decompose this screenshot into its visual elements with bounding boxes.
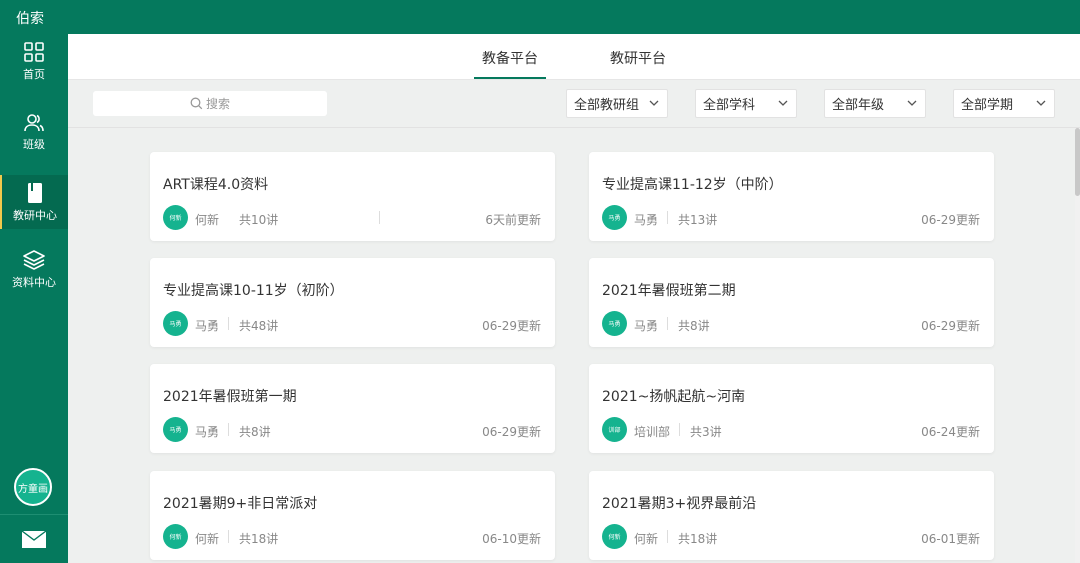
card-title: 2021暑期3+视界最前沿 <box>602 496 757 512</box>
select-value: 全部年级 <box>832 98 885 113</box>
card-author: 马勇 <box>634 319 659 333</box>
card-lesson-count: 共18讲 <box>239 532 279 546</box>
sidebar-item-class[interactable]: 班级 <box>0 105 68 159</box>
author-avatar: 何新 <box>602 524 627 549</box>
chevron-down-icon <box>649 100 659 106</box>
course-card[interactable]: 2021暑期9+非日常派对 何新 何新 共18讲 06-10更新 <box>150 471 555 560</box>
card-author: 马勇 <box>634 213 659 227</box>
tab-teaching-prep[interactable]: 教备平台 <box>482 48 538 68</box>
mail-icon <box>21 529 47 548</box>
card-title: 2021~扬帆起航~河南 <box>602 389 746 405</box>
course-card[interactable]: 专业提高课11-12岁（中阶） 马勇 马勇 共13讲 06-29更新 <box>589 152 994 241</box>
divider <box>667 317 668 330</box>
chevron-down-icon <box>778 100 788 106</box>
card-updated-time: 06-01更新 <box>921 532 980 546</box>
user-avatar[interactable]: 方童画 <box>14 468 52 506</box>
card-lesson-count: 共18讲 <box>678 532 718 546</box>
card-author: 何新 <box>634 532 659 546</box>
card-lesson-count: 共3讲 <box>690 425 722 439</box>
course-card[interactable]: 2021年暑假班第一期 马勇 马勇 共8讲 06-29更新 <box>150 364 555 453</box>
author-avatar: 马勇 <box>602 311 627 336</box>
sidebar-item-home[interactable]: 首页 <box>0 34 68 88</box>
course-card[interactable]: 2021~扬帆起航~河南 训部 培训部 共3讲 06-24更新 <box>589 364 994 453</box>
course-card[interactable]: 2021年暑假班第二期 马勇 马勇 共8讲 06-29更新 <box>589 258 994 347</box>
course-card[interactable]: 专业提高课10-11岁（初阶） 马勇 马勇 共48讲 06-29更新 <box>150 258 555 347</box>
card-author: 培训部 <box>634 425 671 439</box>
card-lesson-count: 共13讲 <box>678 213 718 227</box>
divider <box>667 530 668 543</box>
card-author: 马勇 <box>195 319 220 333</box>
users-icon <box>24 113 44 131</box>
card-lesson-count: 共8讲 <box>678 319 710 333</box>
card-title: 2021年暑假班第二期 <box>602 283 736 299</box>
card-updated-time: 06-10更新 <box>482 532 541 546</box>
chevron-down-icon <box>1036 100 1046 106</box>
grid-icon <box>24 41 44 62</box>
divider <box>379 211 380 224</box>
card-updated-time: 06-24更新 <box>921 425 980 439</box>
platform-tabs: 教备平台 教研平台 <box>68 34 1080 80</box>
course-card[interactable]: 2021暑期3+视界最前沿 何新 何新 共18讲 06-01更新 <box>589 471 994 560</box>
sidebar-item-label: 首页 <box>23 67 45 81</box>
research-group-select[interactable]: 全部教研组 <box>566 89 668 118</box>
author-avatar: 何新 <box>163 524 188 549</box>
card-title: ART课程4.0资料 <box>163 177 269 193</box>
select-value: 全部学科 <box>703 98 756 113</box>
author-avatar: 马勇 <box>163 417 188 442</box>
course-card[interactable]: ART课程4.0资料 何新 何新 共10讲 6天前更新 <box>150 152 555 241</box>
mail-button[interactable] <box>0 514 68 563</box>
search-input[interactable]: 搜索 <box>93 91 327 116</box>
author-avatar: 马勇 <box>602 205 627 230</box>
divider <box>228 423 229 436</box>
select-value: 全部教研组 <box>574 98 640 113</box>
top-bar: 伯索 <box>0 0 1080 34</box>
divider <box>228 530 229 543</box>
search-placeholder: 搜索 <box>205 97 230 111</box>
card-title: 专业提高课11-12岁（中阶） <box>602 177 783 193</box>
semester-select[interactable]: 全部学期 <box>953 89 1055 118</box>
card-title: 2021年暑假班第一期 <box>163 389 297 405</box>
divider <box>667 211 668 224</box>
card-lesson-count: 共8讲 <box>239 425 271 439</box>
card-author: 何新 <box>195 213 220 227</box>
search-icon <box>190 97 203 110</box>
active-tab-indicator <box>474 77 546 79</box>
select-value: 全部学期 <box>961 98 1014 113</box>
grade-select[interactable]: 全部年级 <box>824 89 926 118</box>
sidebar-item-label: 班级 <box>23 137 45 151</box>
sidebar-item-label: 资料中心 <box>12 275 56 289</box>
book-icon <box>28 182 42 203</box>
layers-icon <box>23 249 45 270</box>
card-author: 何新 <box>195 532 220 546</box>
card-updated-time: 06-29更新 <box>482 425 541 439</box>
author-avatar: 何新 <box>163 205 188 230</box>
card-updated-time: 6天前更新 <box>485 213 541 227</box>
sidebar-item-materials-center[interactable]: 资料中心 <box>0 242 68 296</box>
brand-name: 伯索 <box>16 11 44 27</box>
divider <box>228 317 229 330</box>
author-avatar: 训部 <box>602 417 627 442</box>
card-updated-time: 06-29更新 <box>482 319 541 333</box>
author-avatar: 马勇 <box>163 311 188 336</box>
card-lesson-count: 共10讲 <box>239 213 279 227</box>
card-title: 2021暑期9+非日常派对 <box>163 496 318 512</box>
scrollbar-thumb[interactable] <box>1075 128 1080 196</box>
card-author: 马勇 <box>195 425 220 439</box>
card-updated-time: 06-29更新 <box>921 213 980 227</box>
chevron-down-icon <box>907 100 917 106</box>
card-title: 专业提高课10-11岁（初阶） <box>163 283 344 299</box>
subject-select[interactable]: 全部学科 <box>695 89 797 118</box>
sidebar: 首页 班级 教研中心 资料中心 方童画 <box>0 34 68 563</box>
tab-teaching-research[interactable]: 教研平台 <box>610 48 666 68</box>
card-updated-time: 06-29更新 <box>921 319 980 333</box>
sidebar-item-label: 教研中心 <box>13 208 57 222</box>
divider <box>679 423 680 436</box>
sidebar-item-research-center[interactable]: 教研中心 <box>0 175 68 229</box>
card-lesson-count: 共48讲 <box>239 319 279 333</box>
